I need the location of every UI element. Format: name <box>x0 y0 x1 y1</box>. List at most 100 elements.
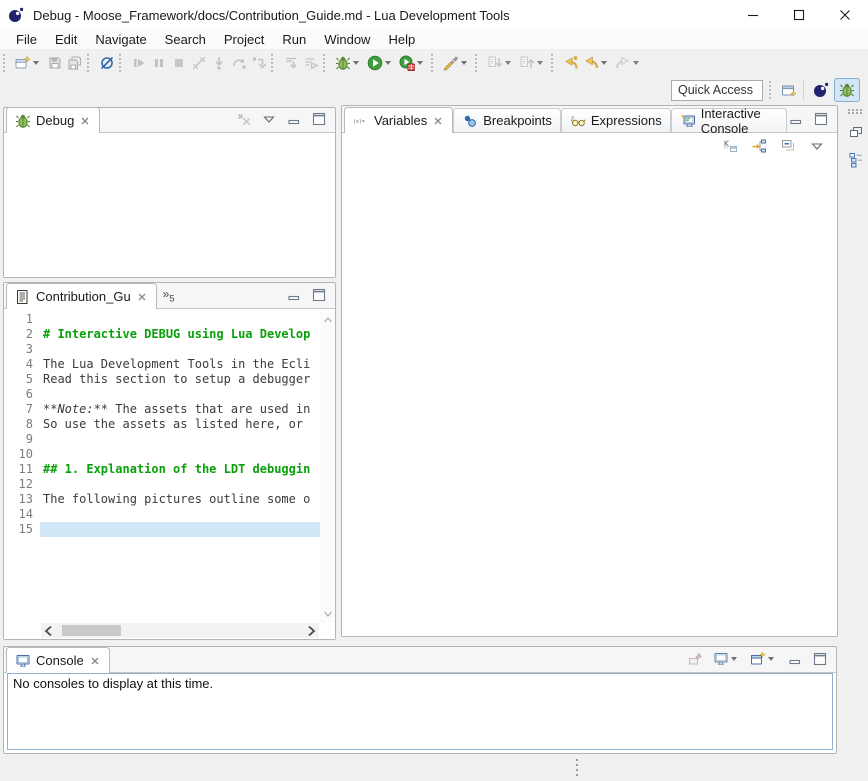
menu-window[interactable]: Window <box>315 31 379 48</box>
toolbar-grip[interactable] <box>87 54 93 72</box>
resume-button[interactable] <box>129 52 149 74</box>
new-wizard-button[interactable] <box>13 52 45 74</box>
next-annotation-button[interactable] <box>485 52 517 74</box>
minimize-panel-button[interactable] <box>285 110 303 128</box>
dropdown-arrow-icon[interactable] <box>385 61 391 65</box>
show-logical-structures-button[interactable] <box>749 135 769 157</box>
line-content[interactable]: So use the assets as listed here, or <box>40 417 320 432</box>
line-content[interactable] <box>40 522 320 537</box>
line-content[interactable] <box>40 387 320 402</box>
toolbar-grip[interactable] <box>271 54 277 72</box>
tab-variables[interactable]: (x)=Variables <box>344 107 453 133</box>
close-icon[interactable] <box>89 655 101 667</box>
scroll-right-icon[interactable] <box>303 623 319 639</box>
toolbar-grip[interactable] <box>769 81 775 99</box>
drop-to-frame-button[interactable] <box>281 52 301 74</box>
tab-interactive-console[interactable]: Interactive Console <box>671 108 787 132</box>
code-area[interactable]: 12# Interactive DEBUG using Lua Develop3… <box>4 312 320 622</box>
quick-access-input[interactable]: Quick Access <box>671 80 763 101</box>
scroll-down-icon[interactable] <box>320 606 336 622</box>
dropdown-arrow-icon[interactable] <box>768 657 774 661</box>
open-perspective-button[interactable] <box>779 79 799 101</box>
line-content[interactable] <box>40 342 320 357</box>
line-content[interactable]: Read this section to setup a debugger <box>40 372 320 387</box>
open-console-button[interactable] <box>749 650 779 668</box>
maximize-panel-button[interactable] <box>812 110 830 128</box>
dropdown-arrow-icon[interactable] <box>731 657 737 661</box>
menu-edit[interactable]: Edit <box>46 31 86 48</box>
drag-handle[interactable] <box>848 109 863 114</box>
close-icon[interactable] <box>79 115 91 127</box>
profile-button[interactable] <box>397 52 429 74</box>
previous-annotation-button[interactable] <box>517 52 549 74</box>
scroll-up-icon[interactable] <box>320 312 336 328</box>
toolbar-grip[interactable] <box>323 54 329 72</box>
collapse-all-button[interactable] <box>778 135 798 157</box>
step-over-button[interactable] <box>229 52 249 74</box>
close-small-icon[interactable] <box>432 115 444 127</box>
menu-run[interactable]: Run <box>273 31 315 48</box>
tab-contribution-guide[interactable]: Contribution_Gu <box>6 283 157 309</box>
menu-search[interactable]: Search <box>156 31 215 48</box>
toolbar-grip[interactable] <box>431 54 437 72</box>
lua-perspective-button[interactable] <box>808 78 834 102</box>
display-selected-console-button[interactable] <box>712 650 742 668</box>
line-content[interactable]: # Interactive DEBUG using Lua Develop <box>40 327 320 342</box>
dropdown-arrow-icon[interactable] <box>417 61 423 65</box>
skip-all-breakpoints-button[interactable] <box>97 52 117 74</box>
dropdown-arrow-icon[interactable] <box>537 61 543 65</box>
save-button[interactable] <box>45 52 65 74</box>
dropdown-arrow-icon[interactable] <box>633 61 639 65</box>
hidden-editors-chevron[interactable]: »5 <box>157 287 181 303</box>
line-content[interactable] <box>40 312 320 327</box>
run-button[interactable] <box>365 52 397 74</box>
window-close-button[interactable] <box>822 0 868 30</box>
menu-file[interactable]: File <box>7 31 46 48</box>
line-content[interactable]: The Lua Development Tools in the Ecli <box>40 357 320 372</box>
toolbar-grip[interactable] <box>119 54 125 72</box>
line-content[interactable] <box>40 477 320 492</box>
dropdown-arrow-icon[interactable] <box>601 61 607 65</box>
sash-handle[interactable] <box>576 759 578 776</box>
maximize-panel-button[interactable] <box>811 650 829 668</box>
view-menu-button[interactable] <box>807 135 827 157</box>
remove-all-terminated-button[interactable] <box>235 110 253 128</box>
last-edit-location-button[interactable] <box>561 52 581 74</box>
scrollbar-thumb[interactable] <box>62 625 121 636</box>
tab-breakpoints[interactable]: Breakpoints <box>453 108 561 132</box>
tab-console[interactable]: Console <box>6 647 110 673</box>
outline-view-button[interactable] <box>848 152 864 170</box>
line-content[interactable]: The following pictures outline some o <box>40 492 320 507</box>
editor-body[interactable]: 12# Interactive DEBUG using Lua Develop3… <box>4 309 335 639</box>
line-content[interactable]: **Note:** The assets that are used in <box>40 402 320 417</box>
step-return-button[interactable] <box>249 52 269 74</box>
forward-button[interactable] <box>613 52 645 74</box>
toolbar-grip[interactable] <box>475 54 481 72</box>
minimize-panel-button[interactable] <box>285 286 303 304</box>
line-content[interactable]: ## 1. Explanation of the LDT debuggin <box>40 462 320 477</box>
maximize-panel-button[interactable] <box>310 286 328 304</box>
toolbar-grip[interactable] <box>551 54 557 72</box>
use-step-filters-button[interactable] <box>301 52 321 74</box>
window-minimize-button[interactable] <box>730 0 776 30</box>
minimize-panel-button[interactable] <box>787 110 805 128</box>
terminate-button[interactable] <box>169 52 189 74</box>
toolbar-grip[interactable] <box>3 54 9 72</box>
debug-perspective-button[interactable] <box>834 78 860 102</box>
step-into-button[interactable] <box>209 52 229 74</box>
external-tools-button[interactable] <box>441 52 473 74</box>
line-content[interactable] <box>40 432 320 447</box>
dropdown-arrow-icon[interactable] <box>33 61 39 65</box>
dropdown-arrow-icon[interactable] <box>461 61 467 65</box>
line-content[interactable] <box>40 507 320 522</box>
window-maximize-button[interactable] <box>776 0 822 30</box>
save-all-button[interactable] <box>65 52 85 74</box>
restore-view-button[interactable] <box>848 124 864 142</box>
tab-expressions[interactable]: xExpressions <box>561 108 671 132</box>
maximize-panel-button[interactable] <box>310 110 328 128</box>
close-icon[interactable] <box>136 291 148 303</box>
menu-project[interactable]: Project <box>215 31 273 48</box>
minimize-panel-button[interactable] <box>786 650 804 668</box>
menu-navigate[interactable]: Navigate <box>86 31 155 48</box>
suspend-button[interactable] <box>149 52 169 74</box>
